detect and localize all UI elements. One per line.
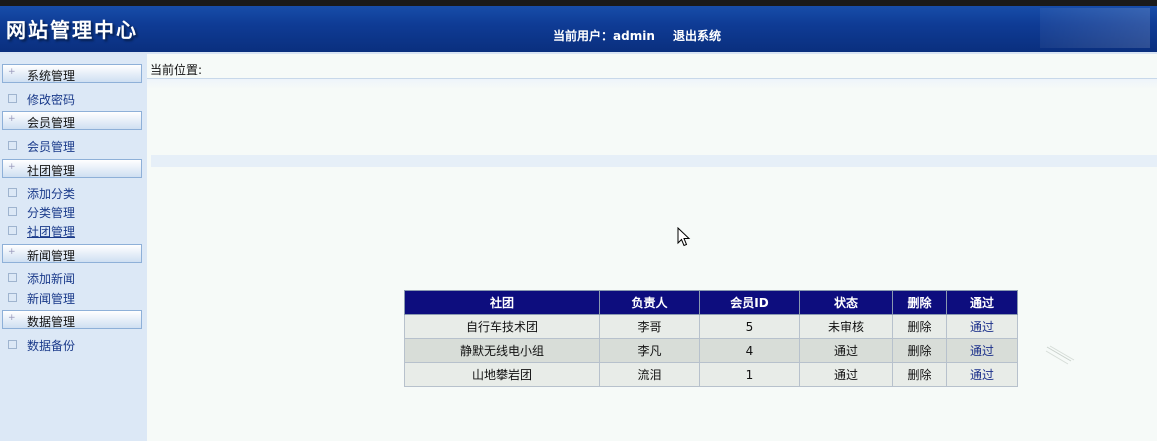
menu-header-system[interactable]: + 系统管理 (2, 64, 142, 83)
cell-club: 山地攀岩团 (404, 362, 600, 387)
approve-link[interactable]: 通过 (946, 314, 1018, 339)
mouse-pointer-icon (677, 227, 691, 247)
cell-member-id: 5 (699, 314, 800, 339)
cell-leader: 流泪 (599, 362, 700, 387)
square-bullet-icon (8, 141, 17, 150)
column-header-delete: 删除 (892, 290, 947, 315)
site-logo: 网站管理中心 (6, 18, 138, 42)
cell-leader: 李哥 (599, 314, 700, 339)
sidebar-item-label: 添加分类 (27, 187, 76, 201)
column-header-member-id: 会员ID (699, 290, 800, 315)
sidebar-item-label: 社团管理 (27, 225, 76, 239)
sidebar-item-label: 修改密码 (27, 93, 76, 107)
plus-icon: + (8, 247, 16, 257)
menu-header-label: 新闻管理 (27, 249, 76, 263)
club-table: 社团 负责人 会员ID 状态 删除 通过 自行车技术团 李哥 5 未审核 删除 … (404, 290, 1018, 387)
table-row: 静默无线电小组 李凡 4 通过 删除 通过 (404, 338, 1018, 363)
approve-link[interactable]: 通过 (946, 338, 1018, 363)
menu-header-members[interactable]: + 会员管理 (2, 111, 142, 130)
square-bullet-icon (8, 188, 17, 197)
sidebar-item-label: 新闻管理 (27, 292, 76, 306)
plus-icon: + (8, 67, 16, 77)
cell-status: 未审核 (799, 314, 893, 339)
location-band (147, 79, 1157, 89)
square-bullet-icon (8, 207, 17, 216)
menu-header-news[interactable]: + 新闻管理 (2, 244, 142, 263)
content-band (151, 155, 1157, 167)
menu-header-label: 社团管理 (27, 164, 76, 178)
plus-icon: + (8, 114, 16, 124)
square-bullet-icon (8, 340, 17, 349)
sidebar: + 系统管理 修改密码 + 会员管理 会员管理 + 社团管理 添加分类 分类管理… (0, 54, 147, 441)
column-header-status: 状态 (799, 290, 893, 315)
cell-status: 通过 (799, 362, 893, 387)
square-bullet-icon (8, 226, 17, 235)
menu-header-label: 会员管理 (27, 116, 76, 130)
column-header-club: 社团 (404, 290, 600, 315)
menu-header-clubs[interactable]: + 社团管理 (2, 159, 142, 178)
table-header-row: 社团 负责人 会员ID 状态 删除 通过 (404, 290, 1018, 315)
delete-link[interactable]: 删除 (892, 314, 947, 339)
current-user-label: 当前用户： (553, 29, 614, 43)
cell-leader: 李凡 (599, 338, 700, 363)
square-bullet-icon (8, 273, 17, 282)
cell-club: 静默无线电小组 (404, 338, 600, 363)
header-bar: 网站管理中心 当前用户：admin 退出系统 (0, 0, 1157, 54)
plus-icon: + (8, 313, 16, 323)
cell-status: 通过 (799, 338, 893, 363)
menu-header-data[interactable]: + 数据管理 (2, 310, 142, 329)
delete-link[interactable]: 删除 (892, 362, 947, 387)
delete-link[interactable]: 删除 (892, 338, 947, 363)
sidebar-item-label: 分类管理 (27, 206, 76, 220)
sidebar-item-label: 添加新闻 (27, 272, 76, 286)
decorative-lines (1045, 345, 1075, 365)
cell-club: 自行车技术团 (404, 314, 600, 339)
square-bullet-icon (8, 94, 17, 103)
main-content: 当前位置: 社团 负责人 会员ID 状态 删除 通过 自行车技术团 李哥 5 未… (147, 54, 1157, 441)
sidebar-item-label: 数据备份 (27, 339, 76, 353)
plus-icon: + (8, 162, 16, 172)
approve-link[interactable]: 通过 (946, 362, 1018, 387)
menu-header-label: 系统管理 (27, 69, 76, 83)
column-header-leader: 负责人 (599, 290, 700, 315)
header-top-line (0, 0, 1157, 6)
cell-member-id: 4 (699, 338, 800, 363)
current-user-name: admin (613, 29, 655, 43)
header-decoration (1040, 8, 1150, 48)
logout-link[interactable]: 退出系统 (673, 27, 721, 44)
cell-member-id: 1 (699, 362, 800, 387)
table-row: 自行车技术团 李哥 5 未审核 删除 通过 (404, 314, 1018, 339)
breadcrumb: 当前位置: (150, 63, 203, 77)
menu-header-label: 数据管理 (27, 315, 76, 329)
square-bullet-icon (8, 293, 17, 302)
column-header-approve: 通过 (946, 290, 1018, 315)
current-user: 当前用户：admin (553, 27, 655, 44)
table-row: 山地攀岩团 流泪 1 通过 删除 通过 (404, 362, 1018, 387)
sidebar-item-label: 会员管理 (27, 140, 76, 154)
